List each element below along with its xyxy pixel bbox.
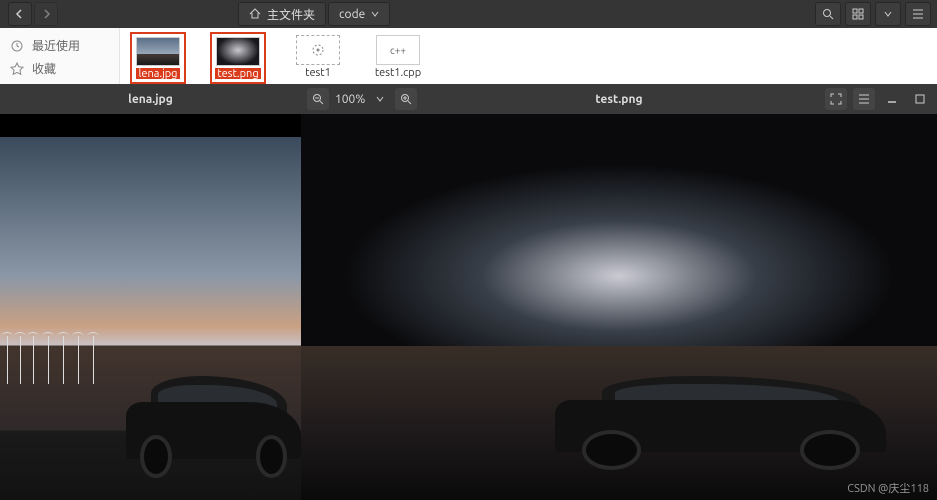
sidebar-item-label: 最近使用	[32, 37, 80, 54]
zoom-out-button[interactable]	[307, 88, 329, 110]
breadcrumb-home[interactable]: 主文件夹	[238, 2, 326, 26]
file-manager-body: 最近使用 收藏 lena.jpg test.png test1 c++ test…	[0, 28, 937, 88]
sidebar-item-recent[interactable]: 最近使用	[0, 34, 119, 57]
breadcrumb: 主文件夹 code	[238, 2, 392, 26]
sidebar: 最近使用 收藏	[0, 28, 120, 88]
nav-back-button[interactable]	[8, 2, 32, 26]
image-viewer-right: 100% test.png	[301, 84, 937, 500]
file-item[interactable]: test1	[290, 32, 346, 84]
window-title: lena.jpg	[128, 93, 173, 106]
sidebar-item-label: 收藏	[32, 60, 56, 77]
sidebar-item-favorites[interactable]: 收藏	[0, 57, 119, 80]
search-button[interactable]	[815, 2, 841, 26]
window-titlebar: 100% test.png	[301, 84, 937, 114]
car-decoration	[555, 370, 886, 470]
file-label: test1	[305, 67, 331, 79]
executable-icon	[296, 35, 340, 65]
minimize-button[interactable]	[881, 88, 903, 110]
view-options-button[interactable]	[875, 2, 901, 26]
car-decoration	[126, 370, 301, 478]
file-label: test1.cpp	[375, 67, 421, 79]
breadcrumb-current[interactable]: code	[328, 2, 390, 26]
file-manager-toolbar: 主文件夹 code	[0, 0, 937, 28]
wind-turbines-decoration	[0, 315, 108, 384]
maximize-button[interactable]	[909, 88, 931, 110]
image-canvas[interactable]	[0, 114, 301, 500]
fullscreen-button[interactable]	[825, 88, 847, 110]
thumbnail-icon	[136, 37, 180, 66]
file-item[interactable]: c++ test1.cpp	[370, 32, 426, 84]
breadcrumb-home-label: 主文件夹	[267, 6, 315, 23]
zoom-level: 100%	[335, 93, 365, 106]
hamburger-menu-button[interactable]	[853, 88, 875, 110]
view-grid-button[interactable]	[845, 2, 871, 26]
watermark: CSDN @庆尘118	[847, 480, 929, 496]
window-title: test.png	[595, 93, 642, 106]
image-viewer-left: lena.jpg	[0, 84, 301, 500]
zoom-in-button[interactable]	[395, 88, 417, 110]
breadcrumb-current-label: code	[339, 8, 365, 21]
thumbnail-icon	[216, 37, 260, 66]
hamburger-menu-button[interactable]	[905, 2, 931, 26]
nav-forward-button[interactable]	[34, 2, 58, 26]
zoom-dropdown-button[interactable]	[371, 88, 389, 110]
image-canvas[interactable]	[301, 114, 937, 500]
file-label: test.png	[215, 68, 260, 79]
window-titlebar: lena.jpg	[0, 84, 301, 114]
file-item[interactable]: test.png	[210, 32, 266, 84]
cpp-file-icon: c++	[376, 35, 420, 65]
file-label: lena.jpg	[136, 68, 179, 79]
file-grid: lena.jpg test.png test1 c++ test1.cpp	[120, 28, 937, 88]
file-item[interactable]: lena.jpg	[130, 32, 186, 84]
